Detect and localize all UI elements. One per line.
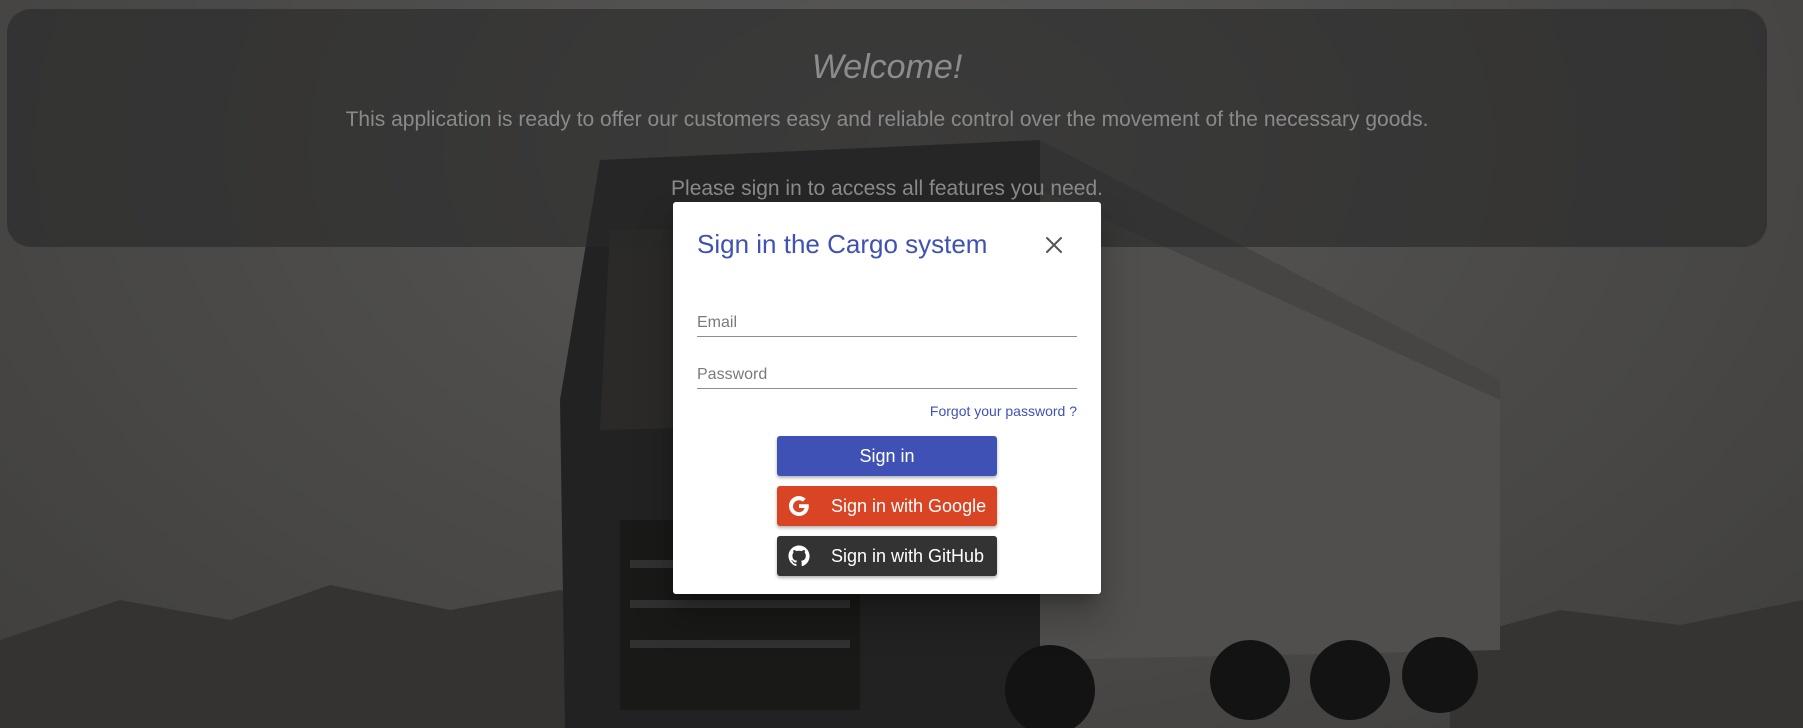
sign-in-prompt: Please sign in to access all features yo… [671, 177, 1103, 200]
welcome-title: Welcome! [811, 48, 963, 86]
close-icon [1046, 237, 1062, 253]
google-label: Sign in with Google [831, 495, 987, 516]
forgot-password-link[interactable]: Forgot your password ? [930, 403, 1077, 419]
page: Welcome! This application is ready to of… [0, 0, 1803, 728]
sign-in-label: Sign in [859, 445, 915, 466]
password-input[interactable] [697, 366, 1077, 384]
welcome-description: This application is ready to offer our c… [345, 108, 1429, 131]
google-icon [789, 496, 809, 516]
close-button[interactable] [1037, 228, 1071, 262]
github-icon [788, 545, 810, 567]
sign-in-dialog: Sign in the Cargo system Forgot your pas… [673, 202, 1101, 594]
sign-in-button[interactable]: Sign in [777, 436, 997, 476]
sign-in-google-button[interactable]: Sign in with Google [777, 486, 997, 526]
password-field [697, 358, 1077, 389]
email-field [697, 306, 1077, 337]
github-label: Sign in with GitHub [831, 545, 985, 566]
sign-in-github-button[interactable]: Sign in with GitHub [777, 536, 997, 576]
dialog-title: Sign in the Cargo system [697, 229, 988, 259]
email-input[interactable] [697, 314, 1077, 332]
